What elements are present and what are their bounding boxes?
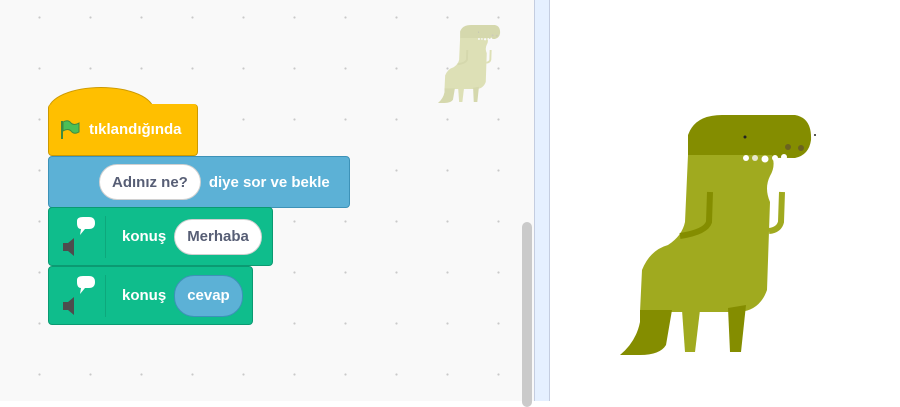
block-separator xyxy=(105,215,106,258)
say-label: konuş xyxy=(122,287,167,304)
ask-question-input[interactable]: Adınız ne? xyxy=(99,164,201,200)
say-label: konuş xyxy=(122,228,167,245)
say-block[interactable]: konuş Merhaba xyxy=(48,207,273,266)
ask-and-wait-block[interactable]: Adınız ne? diye sor ve bekle xyxy=(48,156,350,208)
block-separator xyxy=(105,274,106,317)
hat-block-label: tıklandığında xyxy=(89,121,182,138)
workspace-scrollbar[interactable] xyxy=(522,222,532,407)
speech-speaker-icon xyxy=(63,216,95,256)
say-text-input[interactable]: Merhaba xyxy=(174,218,262,255)
say-block[interactable]: konuş cevap xyxy=(48,266,253,325)
ask-block-label: diye sor ve bekle xyxy=(208,173,330,191)
pane-divider xyxy=(534,0,550,401)
when-flag-clicked-block[interactable]: tıklandığında xyxy=(48,104,198,156)
stage[interactable] xyxy=(550,0,900,401)
speech-speaker-icon xyxy=(63,275,95,315)
answer-reporter[interactable]: cevap xyxy=(174,274,243,317)
green-flag-icon xyxy=(61,119,80,139)
